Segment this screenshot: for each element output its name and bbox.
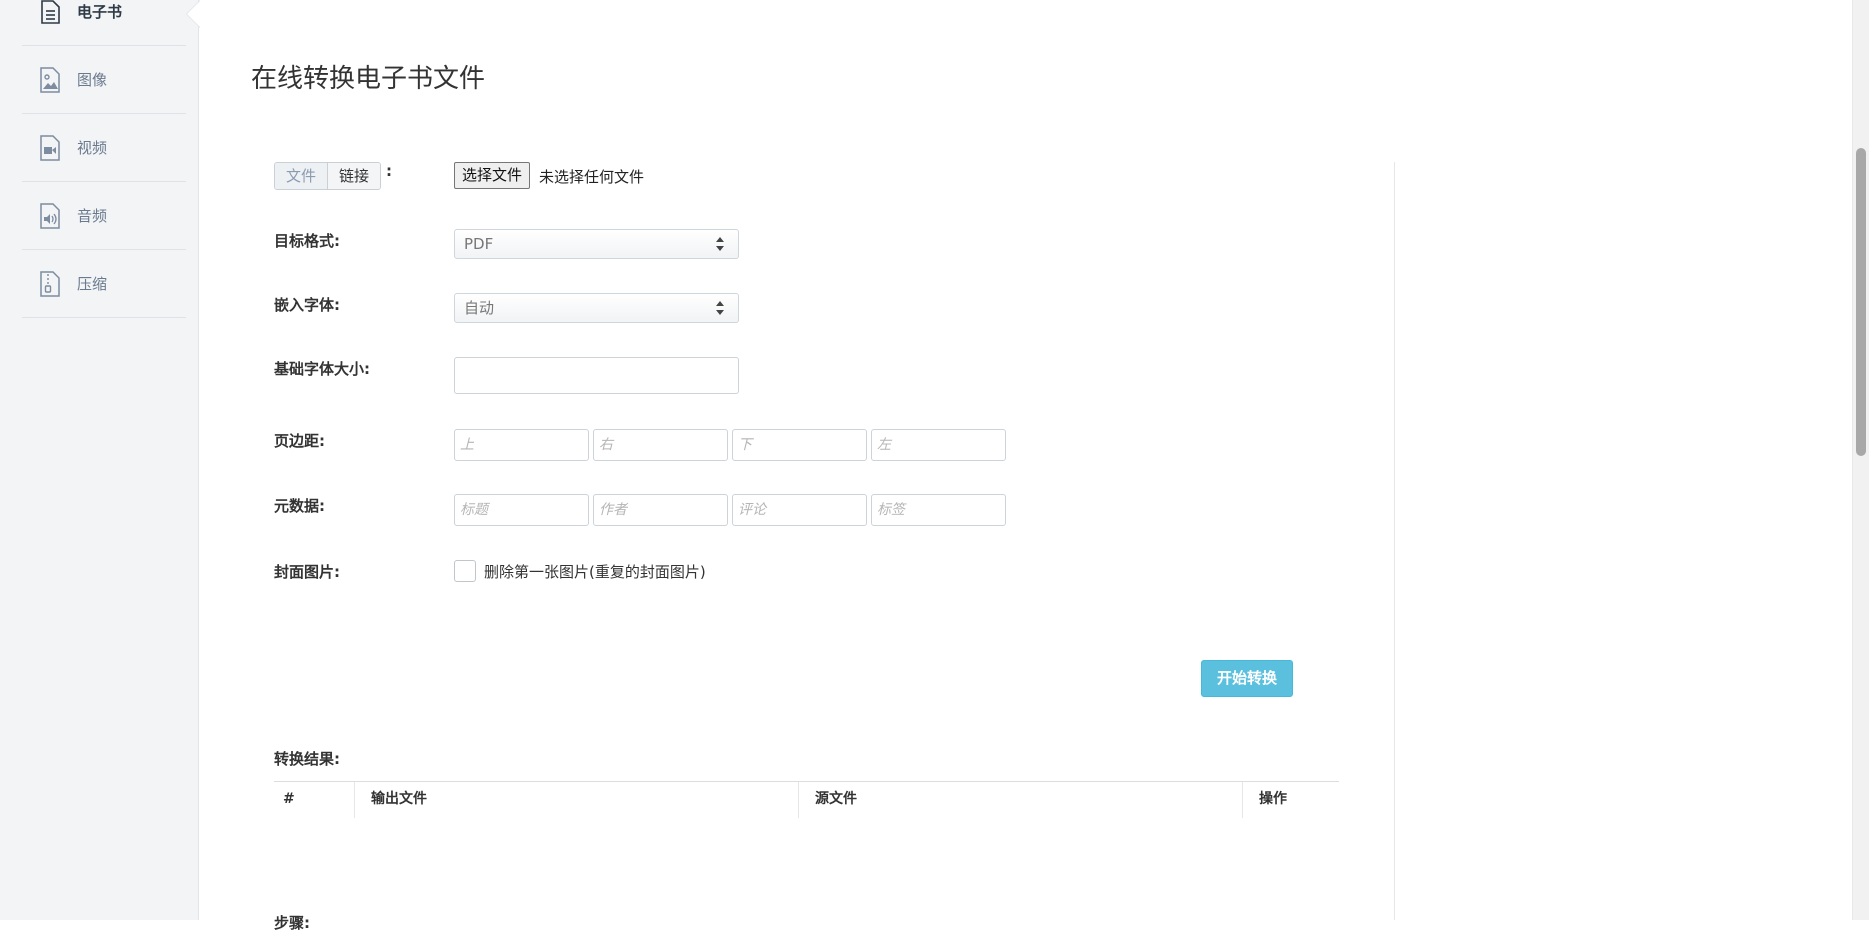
target-format-value: PDF <box>464 235 494 253</box>
base-font-size-input[interactable] <box>454 357 739 394</box>
column-header-index: # <box>283 791 295 807</box>
source-toggle: 文件 链接 <box>274 162 382 190</box>
margin-label: 页边距: <box>274 432 325 450</box>
sidebar-item-label: 图像 <box>77 71 108 89</box>
metadata-tags-input[interactable] <box>871 494 1006 526</box>
metadata-comment-input[interactable] <box>732 494 867 526</box>
embed-font-value: 自动 <box>464 299 495 317</box>
margin-right-input[interactable] <box>593 429 728 461</box>
sidebar: 电子书 图像 视频 音频 压缩 <box>0 0 199 920</box>
sidebar-item-label: 电子书 <box>77 3 123 21</box>
sidebar-item-ebook[interactable]: 电子书 <box>22 0 186 46</box>
metadata-title-input[interactable] <box>454 494 589 526</box>
margin-left-input[interactable] <box>871 429 1006 461</box>
sidebar-item-label: 音频 <box>77 207 108 225</box>
page-title: 在线转换电子书文件 <box>251 64 486 94</box>
start-convert-button[interactable]: 开始转换 <box>1201 660 1293 697</box>
image-icon <box>38 66 62 94</box>
select-arrows-icon <box>716 237 724 251</box>
cover-label: 封面图片: <box>274 563 340 581</box>
results-table: # 输出文件 源文件 操作 <box>274 781 1339 818</box>
sidebar-item-audio[interactable]: 音频 <box>22 182 186 250</box>
metadata-label: 元数据: <box>274 497 325 515</box>
metadata-author-input[interactable] <box>593 494 728 526</box>
remove-cover-label: 删除第一张图片(重复的封面图片) <box>484 563 706 581</box>
sidebar-item-video[interactable]: 视频 <box>22 114 186 182</box>
column-header-actions: 操作 <box>1259 791 1287 807</box>
zip-icon <box>38 270 62 298</box>
steps-label: 步骤: <box>274 914 310 932</box>
video-icon <box>38 134 62 162</box>
sidebar-item-compress[interactable]: 压缩 <box>22 250 186 318</box>
select-arrows-icon <box>716 301 724 315</box>
embed-font-select[interactable]: 自动 <box>454 293 739 323</box>
embed-font-label: 嵌入字体: <box>274 296 340 314</box>
target-format-label: 目标格式: <box>274 232 340 250</box>
document-icon <box>38 0 62 26</box>
sidebar-item-label: 视频 <box>77 139 108 157</box>
sidebar-item-label: 压缩 <box>77 275 108 293</box>
source-colon: : <box>386 162 392 180</box>
scrollbar-thumb[interactable] <box>1856 148 1866 456</box>
content-divider <box>1394 162 1395 920</box>
results-label: 转换结果: <box>274 750 340 768</box>
base-font-size-label: 基础字体大小: <box>274 360 370 378</box>
remove-cover-checkbox[interactable] <box>454 560 476 582</box>
tab-file[interactable]: 文件 <box>275 163 329 189</box>
audio-icon <box>38 202 62 230</box>
sidebar-item-image[interactable]: 图像 <box>22 46 186 114</box>
margin-bottom-input[interactable] <box>732 429 867 461</box>
tab-link[interactable]: 链接 <box>328 163 381 189</box>
target-format-select[interactable]: PDF <box>454 229 739 259</box>
column-header-output-file: 输出文件 <box>371 791 427 807</box>
choose-file-button[interactable]: 选择文件 <box>454 162 531 189</box>
page-scrollbar[interactable] <box>1852 0 1869 920</box>
margin-top-input[interactable] <box>454 429 589 461</box>
column-header-source-file: 源文件 <box>815 791 857 807</box>
file-status-text: 未选择任何文件 <box>539 168 645 186</box>
